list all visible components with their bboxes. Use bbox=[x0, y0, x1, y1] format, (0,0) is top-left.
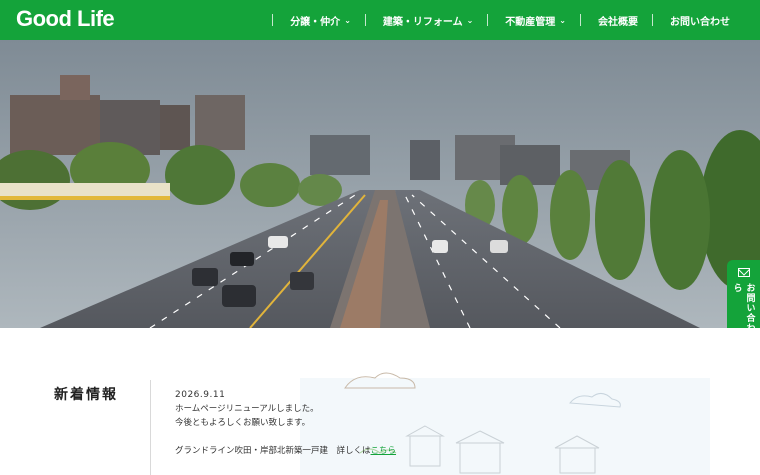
nav-item-contact[interactable]: お問い合わせ bbox=[652, 0, 744, 40]
news-heading: 新着情報 bbox=[54, 387, 118, 403]
chevron-down-icon: ⌄ bbox=[344, 15, 351, 25]
nav-label: 不動産管理 bbox=[505, 16, 556, 28]
news-text-line: ホームページリニューアルしました。 bbox=[175, 404, 319, 414]
news-spacer bbox=[175, 430, 396, 444]
hero-image bbox=[0, 40, 760, 328]
nav-item-construction[interactable]: 建築・リフォーム ⌄ bbox=[364, 0, 487, 40]
nav-item-company[interactable]: 会社概要 bbox=[580, 0, 652, 40]
mail-icon bbox=[737, 268, 750, 277]
logo[interactable]: Good Life bbox=[16, 6, 115, 32]
nav-label: 分譲・仲介 bbox=[290, 16, 341, 28]
news-text-line: グランドライン吹田・岸部北新築一戸建 詳しくは bbox=[175, 446, 371, 456]
nav-label: 会社概要 bbox=[598, 16, 638, 28]
site-header: Good Life 分譲・仲介 ⌄ 建築・リフォーム ⌄ 不動産管理 ⌄ 会社概… bbox=[0, 0, 760, 40]
news-list: 2026.9.11 ホームページリニューアルしました。 今後ともよろしくお願い致… bbox=[175, 388, 396, 458]
news-divider bbox=[150, 380, 151, 475]
news-text-line: 今後ともよろしくお願い致します。 bbox=[175, 418, 311, 428]
nav-label: お問い合わせ bbox=[670, 16, 730, 28]
chevron-down-icon: ⌄ bbox=[559, 15, 566, 25]
news-item: グランドライン吹田・岸部北新築一戸建 詳しくはこちら bbox=[175, 444, 396, 458]
news-date: 2026.9.11 bbox=[175, 390, 226, 400]
chevron-down-icon: ⌄ bbox=[466, 15, 474, 25]
nav-item-sales[interactable]: 分譲・仲介 ⌄ bbox=[272, 0, 365, 40]
hero-road-illustration bbox=[0, 40, 760, 328]
news-detail-link[interactable]: こちら bbox=[371, 446, 397, 456]
nav-item-management[interactable]: 不動産管理 ⌄ bbox=[487, 0, 580, 40]
news-section: 新着情報 2026.9.11 ホームページリニューアルしました。 今後ともよろし… bbox=[0, 328, 760, 475]
main-nav: 分譲・仲介 ⌄ 建築・リフォーム ⌄ 不動産管理 ⌄ 会社概要 お問い合わせ bbox=[272, 0, 744, 40]
nav-label: 建築・リフォーム bbox=[382, 16, 463, 28]
